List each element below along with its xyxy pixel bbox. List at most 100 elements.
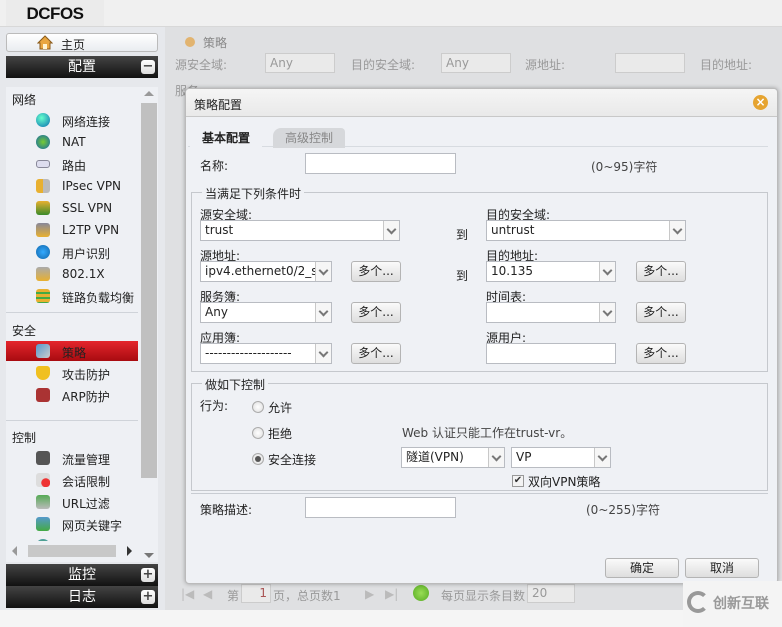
ok-button[interactable]: 确定 [605, 558, 679, 578]
sidebar-item-8021x[interactable]: 802.1X [6, 264, 138, 284]
service-more-button[interactable]: 多个... [351, 302, 401, 323]
page-number-input[interactable]: 1 [241, 584, 271, 603]
section-log[interactable]: 日志 + [6, 586, 158, 608]
bidirectional-vpn-label: 双向VPN策略 [528, 475, 601, 489]
watermark-text: 创新互联 [713, 596, 769, 612]
to-label: 到 [456, 228, 469, 242]
filter-src-zone-select[interactable]: Any [265, 53, 335, 73]
prev-page-icon[interactable]: ◀ [203, 587, 212, 601]
schedule-more-button[interactable]: 多个... [636, 302, 686, 323]
app-logo: DCFOS [6, 0, 104, 26]
sidebar-item-web-keyword[interactable]: 网页关键字 [6, 514, 138, 534]
filter-dst-zone-select[interactable]: Any [441, 53, 511, 73]
bottom-strip [0, 610, 782, 627]
sidebar-item-policy[interactable]: 策略 [6, 341, 138, 361]
chevron-down-icon[interactable] [599, 262, 615, 281]
tab-advanced-control[interactable]: 高级控制 [273, 128, 346, 148]
nav-horizontal-scrollbar[interactable] [6, 541, 138, 561]
close-icon[interactable]: × [753, 95, 768, 110]
l2tp-vpn-icon [36, 223, 50, 237]
session-icon [36, 473, 50, 487]
app-more-button[interactable]: 多个... [351, 343, 401, 364]
tab-basic-config[interactable]: 基本配置 [190, 128, 263, 148]
chevron-down-icon[interactable] [599, 303, 615, 322]
scroll-right-icon[interactable] [127, 546, 132, 556]
expand-icon[interactable]: + [141, 590, 155, 604]
pagination-bar: |◀ ◀ 第 1 页，总页数1 ▶ ▶| 每页显示条目数 20 [175, 583, 735, 605]
bidirectional-vpn-checkbox[interactable]: ✔ [512, 475, 524, 487]
tunnel-name-select[interactable]: VP [511, 447, 611, 468]
load-balance-icon [36, 289, 50, 303]
service-select[interactable]: Any [200, 302, 332, 323]
scroll-down-icon[interactable] [144, 553, 154, 558]
radio-deny[interactable] [252, 427, 264, 439]
cancel-button[interactable]: 取消 [685, 558, 759, 578]
traffic-icon [36, 451, 50, 465]
sidebar-item-user-identify[interactable]: 用户识别 [6, 242, 138, 262]
sidebar: 主页 配置 − 网络 网络连接 NAT 路由 IPsec VPN SSL VPN… [0, 27, 165, 610]
sidebar-item-network-connection[interactable]: 网络连接 [6, 110, 138, 130]
dst-addr-select[interactable]: 10.135 [486, 261, 616, 282]
chevron-down-icon[interactable] [669, 221, 685, 240]
scroll-thumb[interactable] [28, 545, 116, 557]
dst-addr-more-button[interactable]: 多个... [636, 261, 686, 282]
tunnel-type-select[interactable]: 隧道(VPN) [401, 447, 505, 468]
group-network: 网络 [12, 93, 37, 107]
refresh-icon[interactable] [413, 585, 429, 601]
radio-secure-connection[interactable] [252, 453, 264, 465]
filter-src-addr-input[interactable] [615, 53, 685, 73]
sidebar-item-arp-defense[interactable]: ARP防护 [6, 385, 138, 405]
chevron-down-icon[interactable] [383, 221, 399, 240]
divider [6, 312, 138, 313]
sidebar-item-attack-defense[interactable]: 攻击防护 [6, 363, 138, 383]
name-input[interactable] [305, 153, 456, 174]
chevron-down-icon[interactable] [315, 303, 331, 322]
section-monitor[interactable]: 监控 + [6, 564, 158, 586]
src-user-input[interactable] [486, 343, 616, 364]
scroll-left-icon[interactable] [12, 546, 17, 556]
nav-vertical-scrollbar[interactable] [140, 87, 158, 562]
next-page-icon[interactable]: ▶ [365, 587, 374, 601]
sidebar-item-session-limit[interactable]: 会话限制 [6, 470, 138, 490]
src-zone-select[interactable]: trust [200, 220, 400, 241]
src-addr-more-button[interactable]: 多个... [351, 261, 401, 282]
radio-permit[interactable] [252, 401, 264, 413]
sidebar-item-link-load-balance[interactable]: 链路负载均衡 [6, 286, 138, 306]
src-user-more-button[interactable]: 多个... [636, 343, 686, 364]
home-icon [36, 35, 54, 50]
filter-dst-zone-label: 目的安全域: [351, 58, 416, 72]
last-page-icon[interactable]: ▶| [385, 587, 398, 601]
dst-zone-select[interactable]: untrust [486, 220, 686, 241]
chevron-down-icon[interactable] [488, 448, 504, 467]
sidebar-item-ssl-vpn[interactable]: SSL VPN [6, 198, 138, 218]
permit-label: 允许 [268, 401, 293, 415]
section-config[interactable]: 配置 − [6, 56, 158, 78]
sidebar-item-traffic-management[interactable]: 流量管理 [6, 448, 138, 468]
first-page-icon[interactable]: |◀ [181, 587, 194, 601]
desc-input[interactable] [305, 497, 456, 518]
sidebar-item-ipsec-vpn[interactable]: IPsec VPN [6, 176, 138, 196]
chevron-down-icon[interactable] [594, 448, 610, 467]
panel-icon [185, 37, 195, 47]
sidebar-item-url-filter[interactable]: URL过滤 [6, 492, 138, 512]
sidebar-item-route[interactable]: 路由 [6, 154, 138, 174]
expand-icon[interactable]: + [141, 568, 155, 582]
app-select[interactable]: -------------------- [200, 343, 332, 364]
schedule-select[interactable] [486, 302, 616, 323]
home-button[interactable]: 主页 [6, 33, 158, 52]
src-addr-select[interactable]: ipv4.ethernet0/2_su [200, 261, 332, 282]
chevron-down-icon[interactable] [315, 344, 331, 363]
sidebar-item-l2tp-vpn[interactable]: L2TP VPN [6, 220, 138, 240]
chevron-down-icon[interactable] [315, 262, 331, 281]
collapse-icon[interactable]: − [141, 60, 155, 74]
nav-pane: 网络 网络连接 NAT 路由 IPsec VPN SSL VPN L2TP VP… [6, 87, 158, 562]
page-total: 页，总页数1 [273, 589, 341, 603]
name-hint: (0~95)字符 [591, 160, 658, 174]
to-label: 到 [456, 269, 469, 283]
watermark: 创新互联 [683, 581, 782, 627]
scroll-thumb[interactable] [141, 103, 157, 478]
dialog-title-bar: 策略配置 × [186, 89, 777, 117]
sidebar-item-nat[interactable]: NAT [6, 132, 138, 152]
scroll-up-icon[interactable] [144, 91, 154, 96]
per-page-select[interactable]: 20 [527, 584, 575, 603]
